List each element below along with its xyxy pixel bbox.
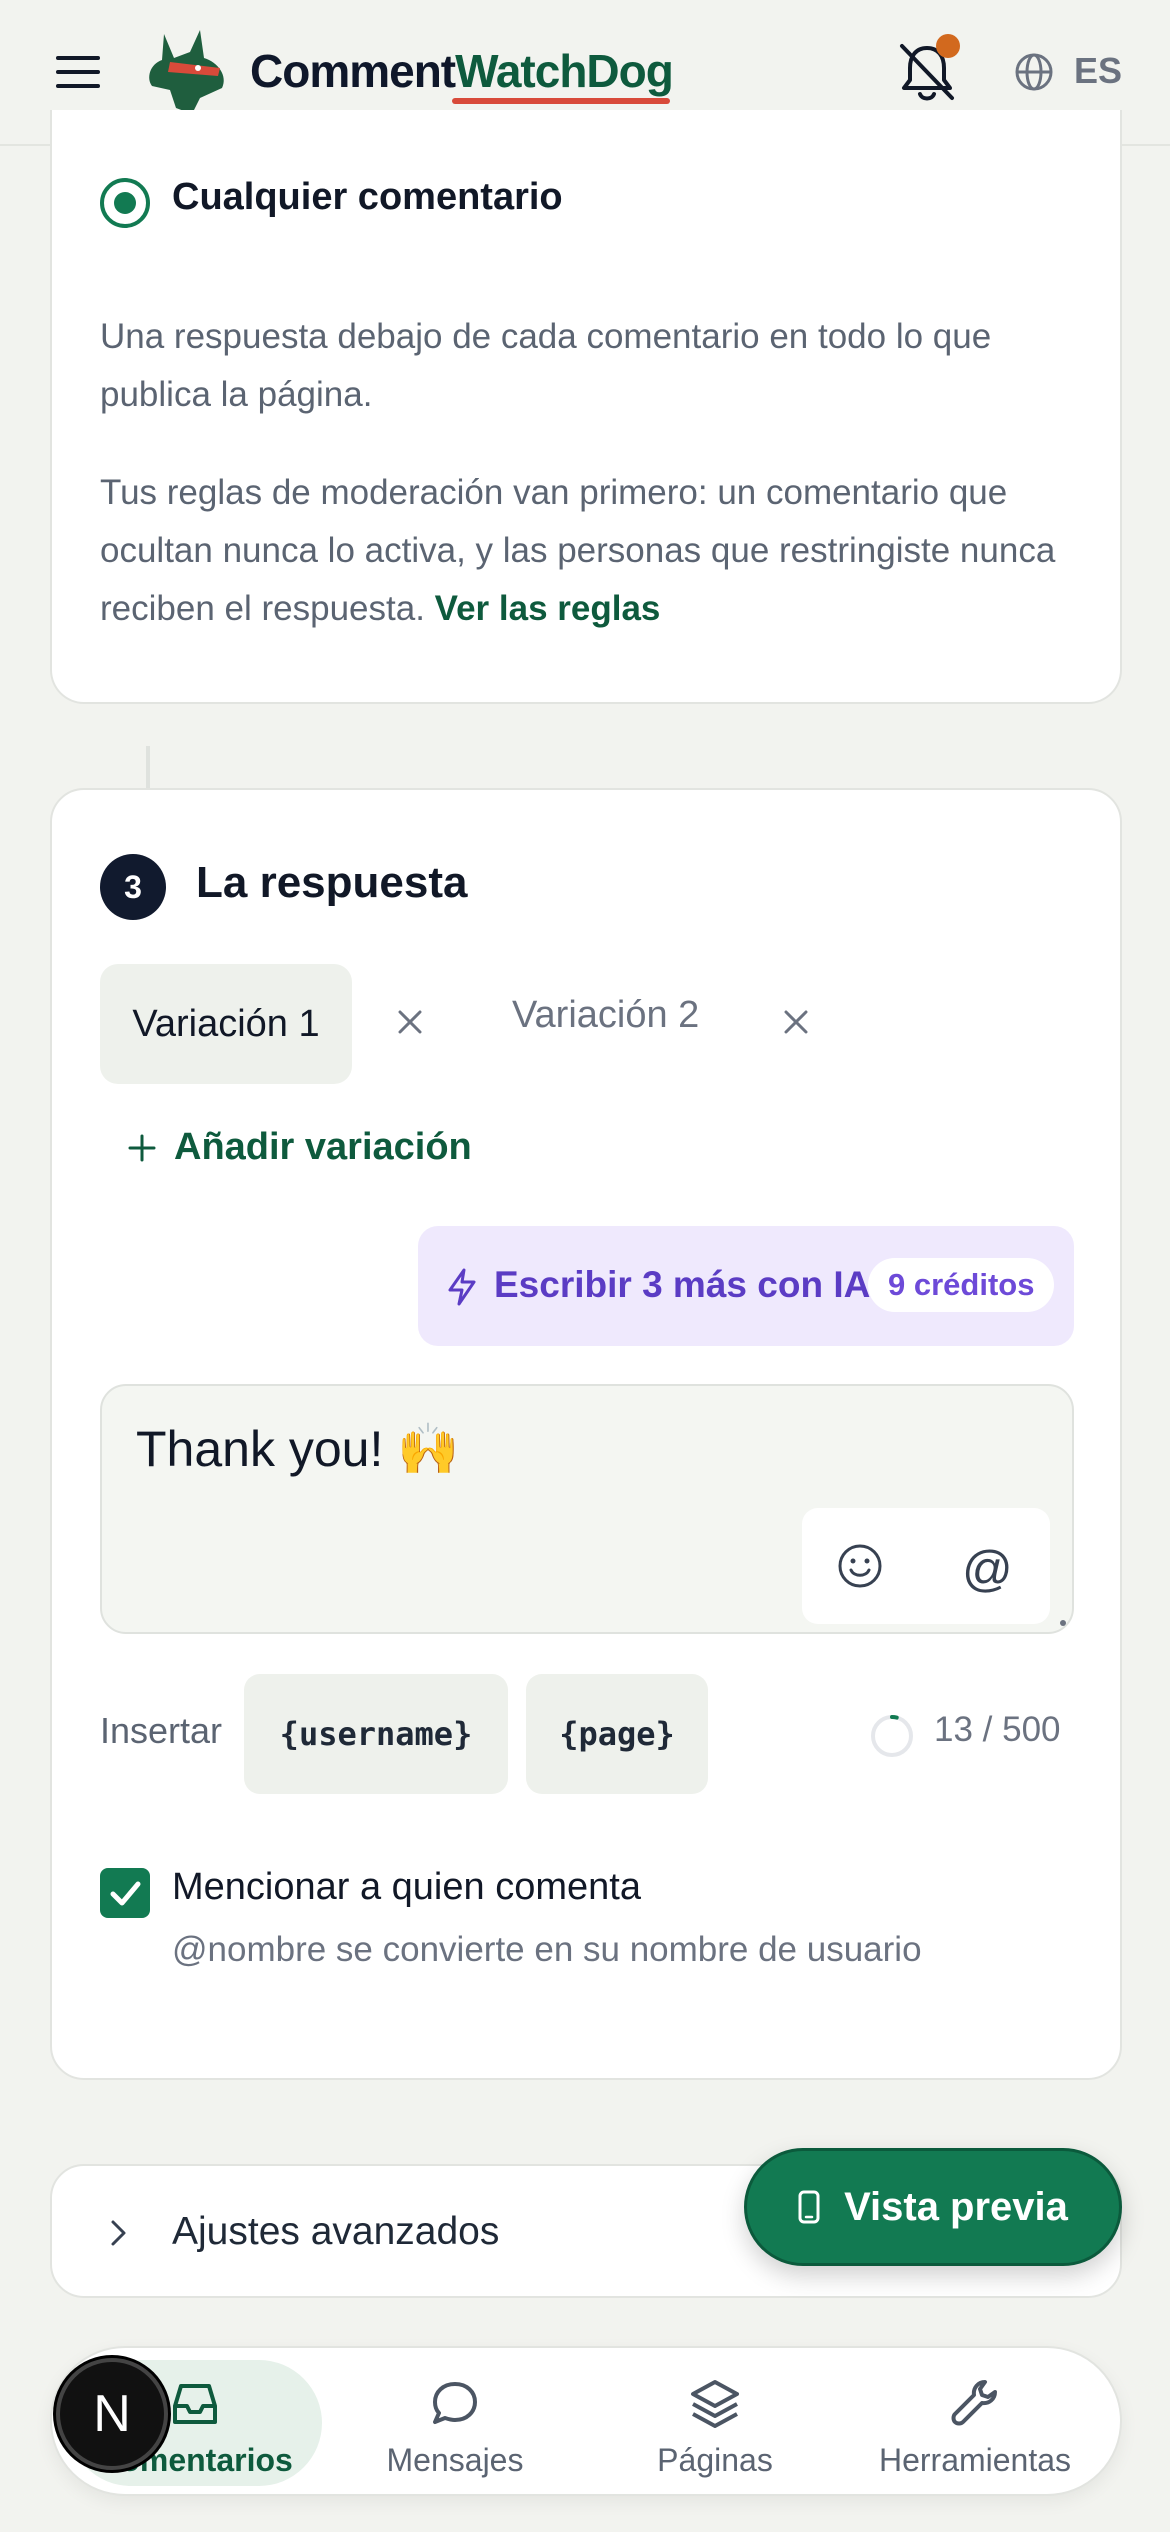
rules-text: Tus reglas de moderación van primero: un… (100, 464, 1080, 638)
layers-icon (691, 2380, 739, 2428)
chat-bubble-icon (433, 2382, 477, 2424)
brand-underline (452, 98, 670, 104)
close-icon[interactable] (776, 1002, 816, 1042)
menu-icon[interactable] (52, 50, 108, 96)
globe-icon[interactable] (1014, 52, 1054, 92)
page: CommentWatchDog ES Cualquier comentario … (0, 0, 1170, 2532)
radio-label[interactable]: Cualquier comentario (172, 176, 563, 219)
char-count: 13 / 500 (934, 1710, 1061, 1749)
textarea-toolbar: @ (802, 1508, 1050, 1624)
nav-label-herramientas: Herramientas (878, 2442, 1072, 2478)
preview-label: Vista previa (844, 2184, 1068, 2229)
nav-label-mensajes: Mensajes (386, 2442, 524, 2478)
language-selector[interactable]: ES (1074, 50, 1122, 92)
radio-any-comment[interactable] (100, 178, 150, 228)
inbox-icon (173, 2384, 217, 2424)
tab-variation-2[interactable]: Variación 2 (512, 994, 699, 1037)
rules-link[interactable]: Ver las reglas (435, 589, 661, 628)
nav-label-paginas: Páginas (657, 2442, 773, 2478)
nav-item-herramientas[interactable]: Herramientas (848, 2360, 1102, 2486)
ai-write-label: Escribir 3 más con IA (494, 1264, 871, 1305)
trigger-card: Cualquier comentario Una respuesta debaj… (50, 110, 1122, 704)
nav-item-mensajes[interactable]: Mensajes (328, 2360, 582, 2486)
chevron-right-icon (111, 2220, 126, 2246)
mention-checkbox[interactable] (100, 1868, 150, 1918)
preview-button[interactable]: Vista previa (744, 2148, 1122, 2266)
brand-name[interactable]: CommentWatchDog (250, 44, 674, 98)
mention-icon[interactable]: @ (962, 1540, 1013, 1598)
step-connector (146, 746, 150, 788)
response-textarea[interactable]: Thank you! 🙌 @ (100, 1384, 1074, 1634)
close-icon[interactable] (390, 1002, 430, 1042)
add-variation-label: Añadir variación (174, 1126, 472, 1168)
radio-selected-dot (114, 192, 136, 214)
notification-dot (936, 34, 960, 58)
add-variation-button[interactable]: Añadir variación (126, 1126, 472, 1169)
check-icon (110, 1881, 141, 1906)
char-progress-ring (871, 1715, 913, 1757)
logo-dog-icon (149, 30, 224, 114)
variable-chip-username[interactable]: {username} (244, 1674, 508, 1794)
brand-part-2: WatchDog (455, 45, 674, 97)
brand-part-1: Comment (250, 45, 456, 97)
nav-item-paginas[interactable]: Páginas (588, 2360, 842, 2486)
emoji-icon[interactable] (836, 1542, 884, 1590)
mention-label[interactable]: Mencionar a quien comenta (172, 1866, 641, 1909)
trigger-description: Una respuesta debajo de cada comentario … (100, 317, 992, 414)
phone-icon (798, 2190, 820, 2224)
dev-tools-badge[interactable]: N (56, 2358, 168, 2470)
insert-label: Insertar (100, 1710, 223, 1751)
response-text[interactable]: Thank you! 🙌 (136, 1420, 460, 1479)
wrench-icon (951, 2380, 997, 2426)
variable-chip-page[interactable]: {page} (526, 1674, 708, 1794)
bottom-nav: Comentarios Mensajes Páginas Herramienta… (50, 2346, 1122, 2496)
lightning-icon (448, 1268, 476, 1306)
plus-icon (128, 1134, 156, 1161)
resize-handle[interactable] (1060, 1620, 1066, 1626)
ai-write-button[interactable]: Escribir 3 más con IA 9 créditos (418, 1226, 1074, 1346)
step-number-badge: 3 (100, 854, 166, 920)
ai-credits-badge: 9 créditos (868, 1258, 1055, 1312)
advanced-settings-label: Ajustes avanzados (172, 2210, 500, 2253)
step-title: La respuesta (196, 858, 468, 907)
response-card: 3 La respuesta Variación 1 Variación 2 A… (50, 788, 1122, 2080)
mention-hint: @nombre se convierte en su nombre de usu… (172, 1930, 922, 1969)
tab-variation-1[interactable]: Variación 1 (100, 964, 352, 1084)
